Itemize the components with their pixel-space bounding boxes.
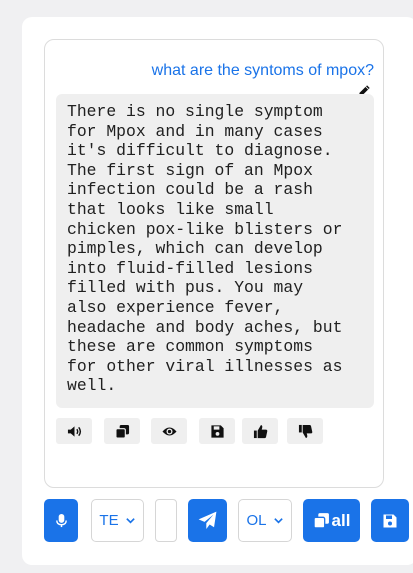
thumbs-down-button[interactable]: [287, 418, 323, 444]
copy-all-label: all: [331, 510, 351, 530]
copy-all-button[interactable]: all: [303, 499, 360, 542]
answer-text: There is no single symptom for Mpox and …: [67, 102, 343, 396]
chat-window: what are the syntoms of mpox? There is n…: [44, 39, 384, 488]
assistant-answer: There is no single symptom for Mpox and …: [56, 94, 374, 408]
thumbs-down-icon: [298, 424, 312, 438]
thumbs-up-button[interactable]: [242, 418, 278, 444]
output-select[interactable]: OL: [238, 499, 292, 542]
send-button[interactable]: [188, 499, 227, 542]
language-select-value: TE: [99, 512, 119, 529]
thumbs-up-icon: [253, 424, 267, 438]
copy-icon: [114, 424, 129, 439]
save-icon: [210, 424, 224, 438]
read-aloud-button[interactable]: [56, 418, 92, 444]
copy-icon: [312, 513, 329, 529]
microphone-icon: [55, 513, 67, 528]
output-select-value: OL: [246, 512, 267, 529]
speaker-icon: [67, 425, 81, 437]
language-select[interactable]: TE: [91, 499, 144, 542]
send-icon: [198, 511, 217, 530]
user-question: what are the syntoms of mpox?: [151, 62, 374, 79]
message-input[interactable]: [155, 499, 177, 542]
microphone-button[interactable]: [44, 499, 78, 542]
save-icon: [383, 514, 397, 527]
save-all-button[interactable]: [371, 499, 409, 542]
view-button[interactable]: [151, 418, 187, 444]
chevron-down-icon: [125, 518, 135, 524]
chevron-down-icon: [273, 518, 283, 524]
save-answer-button[interactable]: [199, 418, 235, 444]
copy-button[interactable]: [104, 418, 140, 444]
eye-icon: [161, 427, 177, 435]
